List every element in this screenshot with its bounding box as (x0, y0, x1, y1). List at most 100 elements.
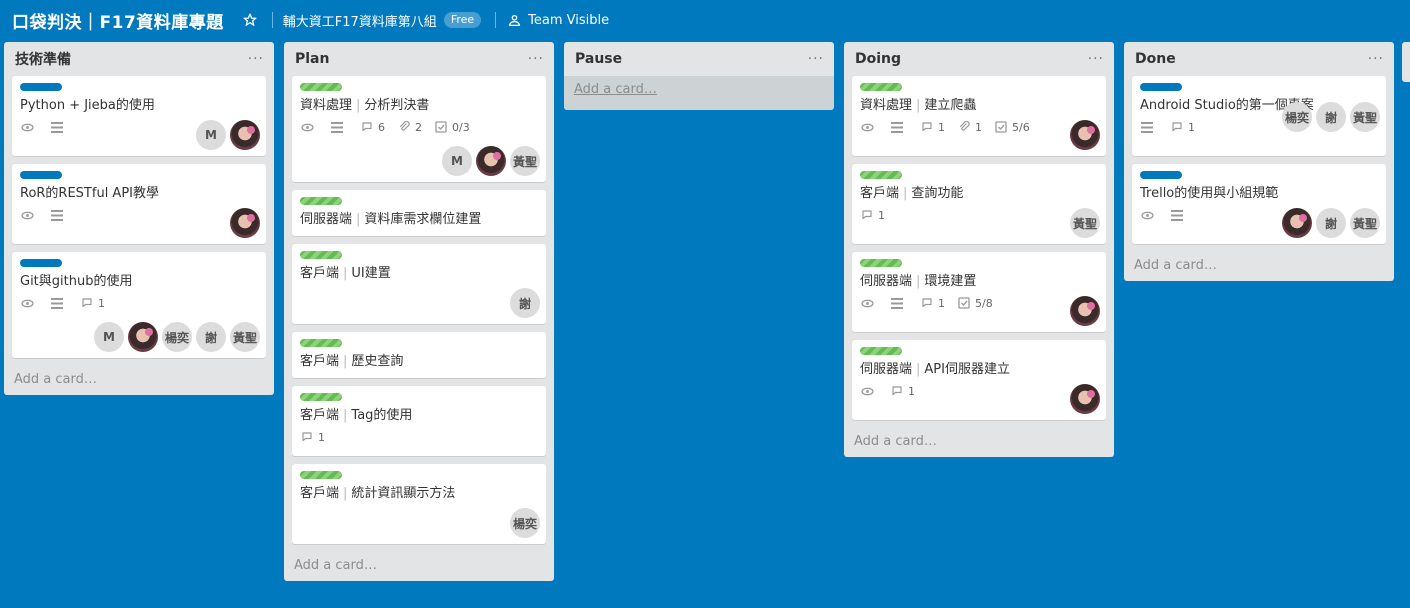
comments-badge: 1 (920, 296, 945, 310)
member-avatar[interactable] (230, 120, 260, 150)
add-card-button[interactable]: Add a card… (1124, 252, 1394, 281)
add-card-button[interactable]: Add a card… (564, 76, 834, 110)
list-menu-icon[interactable]: ··· (248, 52, 264, 66)
eye-icon (20, 208, 34, 222)
comment-icon (920, 120, 934, 134)
card[interactable]: Android Studio的第一個專案 1 楊奕 謝 黃聖 (1132, 76, 1386, 156)
comments-count: 1 (908, 384, 915, 398)
watch-badge (860, 120, 878, 134)
card-title: 客戶端 | 查詢功能 (860, 186, 964, 201)
member-initials[interactable]: 楊奕 (162, 322, 192, 352)
card-label (300, 339, 342, 347)
card-title-category: 伺服器端 (860, 274, 913, 289)
description-badge (330, 120, 348, 134)
org-name[interactable]: 輔大資工F17資料庫第八組 (283, 11, 437, 30)
checklist-count: 0/3 (452, 120, 470, 134)
card[interactable]: 客戶端 | UI建置 謝 (292, 244, 546, 324)
list-title[interactable]: Pause (575, 51, 622, 67)
add-card-button[interactable]: Add a card… (844, 428, 1114, 457)
comments-badge: 6 (360, 120, 385, 134)
description-badge (890, 296, 908, 310)
add-card-button[interactable]: Add a card… (284, 552, 554, 581)
attachments-badge: 1 (957, 120, 982, 134)
card-title-text: 查詢功能 (911, 186, 964, 201)
member-initials[interactable]: M (94, 322, 124, 352)
member-initials[interactable]: 黃聖 (230, 322, 260, 352)
list-menu-icon[interactable]: ··· (528, 52, 544, 66)
list-title[interactable]: 技術準備 (15, 49, 71, 69)
member-avatar[interactable] (476, 146, 506, 176)
card[interactable]: 伺服器端 | 環境建置 1 5/8 (852, 252, 1106, 332)
card-title: Trello的使用與小組規範 (1140, 186, 1279, 201)
board-title[interactable]: 口袋判決｜F17資料庫專題 (12, 8, 224, 33)
description-icon (1170, 208, 1184, 222)
watch-badge (20, 120, 38, 134)
card[interactable]: 資料處理 | 分析判決書 6 2 0/3 M 黃聖 (292, 76, 546, 182)
member-initials[interactable]: 謝 (1316, 102, 1346, 132)
card[interactable]: Python + Jieba的使用 M (12, 76, 266, 156)
member-avatar[interactable] (1282, 208, 1312, 238)
card[interactable]: Git與github的使用 1 M 楊奕 謝 黃聖 (12, 252, 266, 358)
card-title: 伺服器端 | 資料庫需求欄位建置 (300, 212, 482, 227)
card[interactable]: 資料處理 | 建立爬蟲 1 1 5/6 (852, 76, 1106, 156)
member-avatar[interactable] (1070, 120, 1100, 150)
member-initials[interactable]: 黃聖 (1070, 208, 1100, 238)
card[interactable]: 伺服器端 | API伺服器建立 1 (852, 340, 1106, 420)
member-initials[interactable]: 黃聖 (510, 146, 540, 176)
list-tech-prep: 技術準備 ··· Python + Jieba的使用 M RoR的RESTful… (4, 42, 274, 395)
card-label (860, 259, 902, 267)
watch-badge (20, 296, 38, 310)
comment-icon (860, 208, 874, 222)
list-title[interactable]: Done (1135, 51, 1176, 67)
member-initials[interactable]: 謝 (1316, 208, 1346, 238)
card[interactable]: 客戶端 | 歷史查詢 (292, 332, 546, 378)
card[interactable]: 客戶端 | 統計資訊顯示方法 楊奕 (292, 464, 546, 544)
comments-count: 1 (318, 430, 325, 444)
plan-badge: Free (443, 12, 482, 28)
star-icon[interactable] (242, 12, 258, 28)
card-title-text: 建立爬蟲 (924, 98, 977, 113)
card-label (1140, 171, 1182, 179)
member-initials[interactable]: M (442, 146, 472, 176)
list-title[interactable]: Plan (295, 51, 329, 67)
card[interactable]: 客戶端 | Tag的使用 1 (292, 386, 546, 456)
member-avatar[interactable] (1070, 384, 1100, 414)
member-initials[interactable]: M (196, 120, 226, 150)
comments-badge: 1 (300, 430, 325, 444)
comment-icon (360, 120, 374, 134)
list-menu-icon[interactable]: ··· (1088, 52, 1104, 66)
card[interactable]: 客戶端 | 查詢功能 1 黃聖 (852, 164, 1106, 244)
watch-badge (1140, 208, 1158, 222)
member-initials[interactable]: 黃聖 (1350, 208, 1380, 238)
member-avatar[interactable] (128, 322, 158, 352)
list-menu-icon[interactable]: ··· (808, 52, 824, 66)
card-label (20, 83, 62, 91)
list-plan: Plan ··· 資料處理 | 分析判決書 6 2 0/3 M 黃聖 伺服器端 | 資料… (284, 42, 554, 581)
member-initials[interactable]: 謝 (196, 322, 226, 352)
comment-icon (1170, 120, 1184, 134)
member-initials[interactable]: 黃聖 (1350, 102, 1380, 132)
card-label (300, 471, 342, 479)
card[interactable]: 伺服器端 | 資料庫需求欄位建置 (292, 190, 546, 236)
description-badge (1170, 208, 1188, 222)
next-list-edge[interactable] (1402, 42, 1410, 82)
list-title[interactable]: Doing (855, 51, 901, 67)
card[interactable]: Trello的使用與小組規範 謝 黃聖 (1132, 164, 1386, 244)
description-icon (890, 296, 904, 310)
watch-badge (300, 120, 318, 134)
card-title: 資料處理 | 分析判決書 (300, 98, 430, 113)
card-title-category: 伺服器端 (300, 212, 353, 227)
add-card-button[interactable]: Add a card… (4, 366, 274, 395)
member-avatar[interactable] (1070, 296, 1100, 326)
member-initials[interactable]: 楊奕 (510, 508, 540, 538)
card-title-category: 伺服器端 (860, 362, 913, 377)
member-avatar[interactable] (230, 208, 260, 238)
comment-icon (80, 296, 94, 310)
list-menu-icon[interactable]: ··· (1368, 52, 1384, 66)
description-icon (50, 120, 64, 134)
card-label (300, 83, 342, 91)
card[interactable]: RoR的RESTful API教學 (12, 164, 266, 244)
member-initials[interactable]: 楊奕 (1282, 102, 1312, 132)
member-initials[interactable]: 謝 (510, 288, 540, 318)
visibility-button[interactable]: Team Visible (528, 13, 609, 28)
